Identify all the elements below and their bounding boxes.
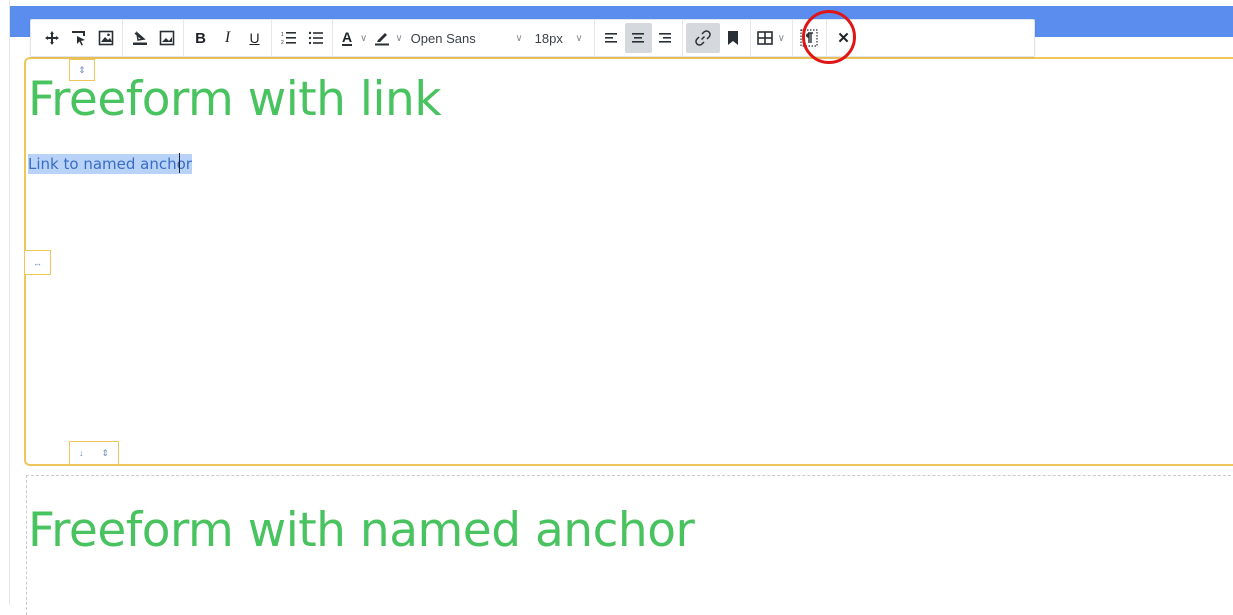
chevron-down-icon[interactable]: ∨ (778, 33, 785, 44)
chevron-down-icon[interactable]: ∨ (395, 33, 402, 44)
table-group: ∨ (751, 20, 793, 56)
block-handles-bottom[interactable]: ↓ ⇕ (69, 441, 119, 465)
font-size-value: 18px (534, 30, 563, 46)
selected-link-text[interactable]: Link to named anchor (28, 154, 192, 174)
chevron-down-icon: ∨ (575, 32, 583, 44)
rich-text-toolbar: B I U 12 A ∨ ∨ Open Sans ∨ 18px ∨ ∨ ✕ (30, 19, 1035, 57)
align-right-icon[interactable] (652, 23, 679, 53)
left-rail (0, 0, 10, 605)
background-image-icon[interactable] (153, 23, 180, 53)
unordered-list-icon[interactable] (302, 23, 329, 53)
svg-text:2: 2 (281, 40, 284, 46)
vertical-resize-icon[interactable]: ⇕ (101, 448, 109, 459)
font-group: A ∨ ∨ Open Sans ∨ 18px ∨ (333, 20, 595, 56)
align-left-icon[interactable] (598, 23, 625, 53)
horizontal-resize-icon: ↔ (33, 257, 42, 268)
resize-handle-left[interactable]: ↔ (24, 250, 51, 275)
bold-icon[interactable]: B (187, 23, 214, 53)
align-center-icon[interactable] (624, 23, 652, 53)
select-icon[interactable] (65, 23, 92, 53)
table-icon[interactable] (754, 23, 776, 53)
text-color-icon[interactable]: A (336, 23, 358, 53)
font-family-select[interactable]: Open Sans ∨ (407, 23, 531, 53)
bookmark-icon[interactable] (720, 23, 747, 53)
chevron-down-icon[interactable]: ∨ (360, 33, 367, 44)
block-tools-group (35, 20, 123, 56)
ordered-list-icon[interactable]: 12 (275, 23, 302, 53)
underline-label: U (249, 30, 260, 46)
underline-icon[interactable]: U (241, 23, 268, 53)
font-size-select[interactable]: 18px ∨ (531, 23, 591, 53)
italic-icon[interactable]: I (214, 23, 241, 53)
highlight-icon[interactable] (371, 23, 393, 53)
block-heading[interactable]: Freeform with link (28, 72, 442, 127)
insert-group (683, 20, 751, 56)
chevron-down-icon: ∨ (515, 32, 523, 44)
annotation-circle (802, 10, 856, 64)
text-caret (179, 153, 180, 173)
move-down-icon[interactable]: ↓ (79, 448, 84, 458)
svg-text:1: 1 (281, 32, 284, 38)
text-style-group: B I U (184, 20, 272, 56)
link-icon[interactable] (685, 23, 720, 53)
alignment-group (595, 20, 683, 56)
text-color-label: A (341, 29, 353, 46)
font-family-value: Open Sans (410, 30, 476, 46)
image-icon[interactable] (92, 23, 119, 53)
block-heading[interactable]: Freeform with named anchor (28, 503, 695, 558)
fill-icon[interactable] (126, 23, 153, 53)
list-group: 12 (272, 20, 333, 56)
background-tools-group (123, 20, 184, 56)
move-icon[interactable] (38, 23, 65, 53)
